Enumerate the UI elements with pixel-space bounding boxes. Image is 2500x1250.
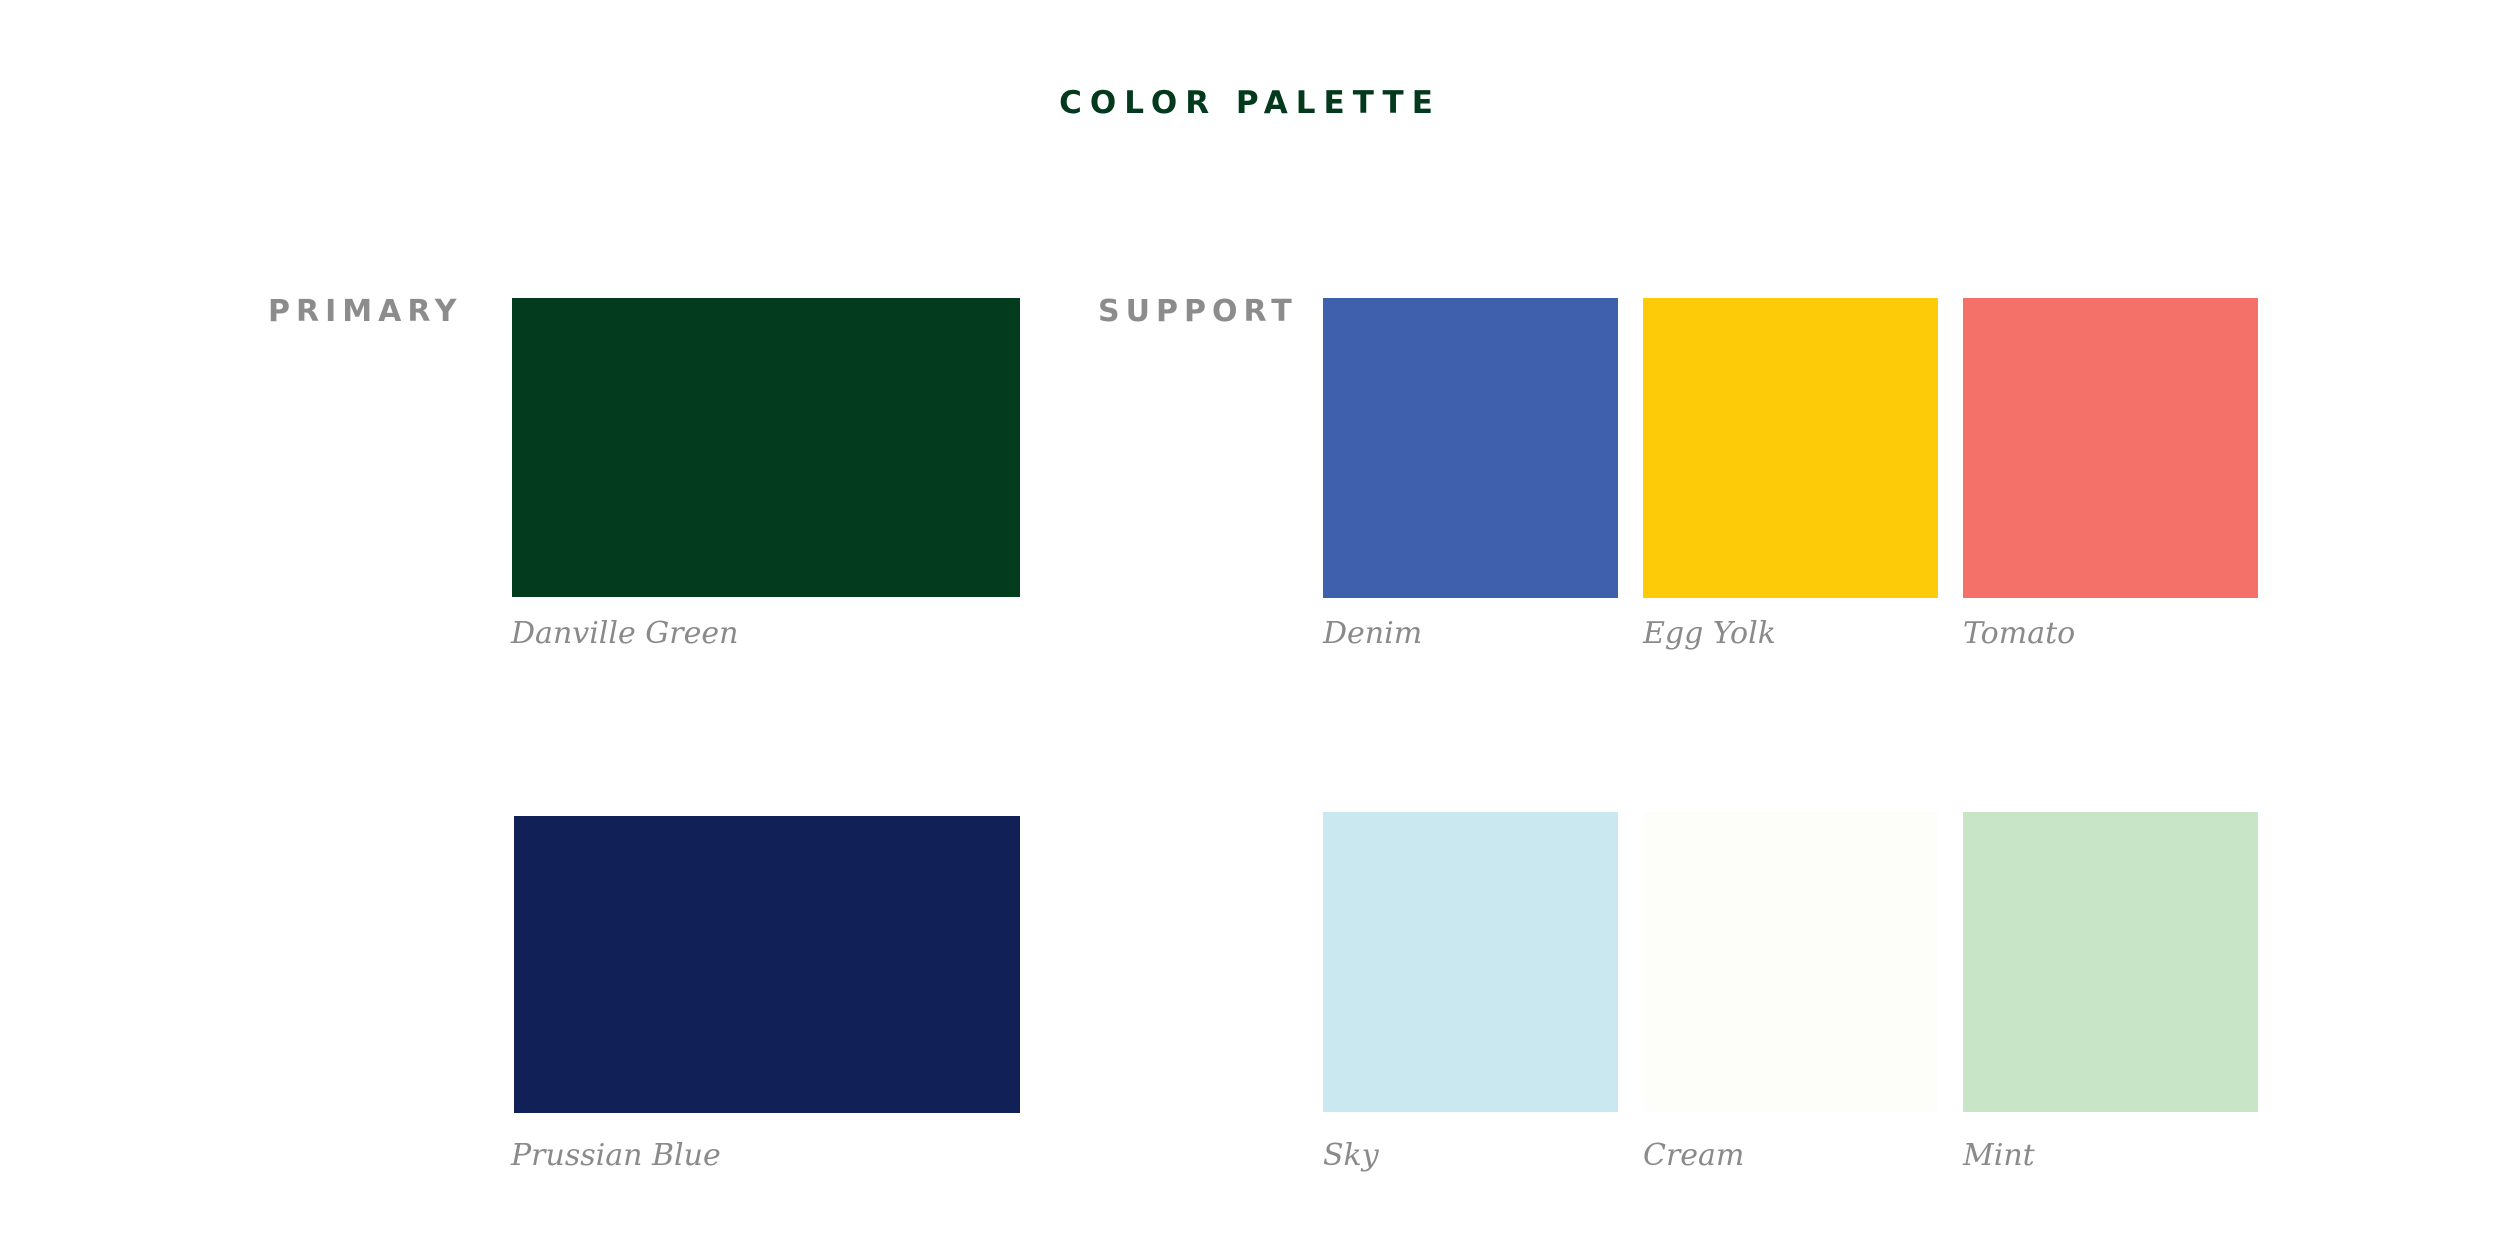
swatch-name-cream: Cream [1643,1138,1745,1173]
swatch-name-sky: Sky [1323,1138,1379,1173]
swatch-mint [1963,812,2258,1112]
swatch-name-danville-green: Danville Green [511,616,739,651]
swatch-name-denim: Denim [1323,616,1423,651]
swatch-tomato [1963,298,2258,598]
swatch-name-tomato: Tomato [1963,616,2076,651]
swatch-prussian-blue [514,816,1020,1113]
swatch-name-prussian-blue: Prussian Blue [511,1138,721,1173]
swatch-cream [1643,812,1938,1112]
swatch-name-egg-yolk: Egg Yolk [1643,616,1776,651]
swatch-sky [1323,812,1618,1112]
page-title: COLOR PALETTE [1059,85,1441,121]
swatch-denim [1323,298,1618,598]
primary-section-label: PRIMARY [268,294,463,329]
swatch-name-mint: Mint [1963,1138,2035,1173]
support-section-label: SUPPORT [1098,294,1298,329]
swatch-egg-yolk [1643,298,1938,598]
swatch-danville-green [512,298,1020,597]
